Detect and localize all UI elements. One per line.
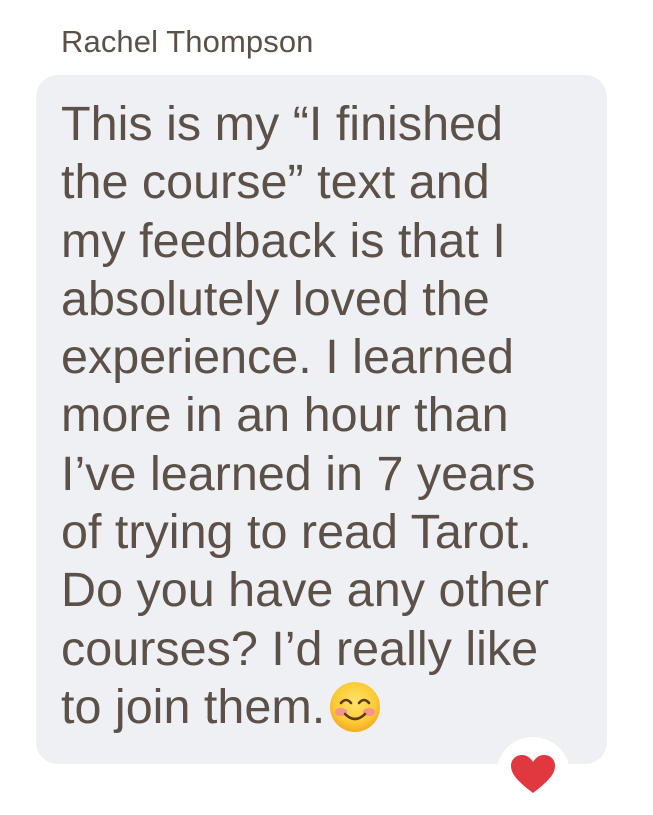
message-line: absolutely loved the bbox=[61, 271, 490, 326]
message-line: the course” text and bbox=[61, 155, 490, 210]
message-line: experience. I learned bbox=[61, 330, 514, 385]
message-bubble[interactable]: This is my “I finished the course” text … bbox=[36, 75, 607, 764]
message-line: to join them. bbox=[61, 679, 326, 734]
message-view: Rachel Thompson This is my “I finished t… bbox=[0, 0, 653, 815]
message-line: courses? I’d really like bbox=[61, 621, 539, 676]
reaction-badge[interactable] bbox=[496, 737, 570, 811]
message-line: This is my “I finished bbox=[61, 97, 503, 151]
message-line: more in an hour than bbox=[61, 388, 509, 443]
message-line: of trying to read Tarot. bbox=[61, 505, 532, 560]
message-line: my feedback is that I bbox=[61, 213, 506, 268]
message-text: This is my “I finished the course” text … bbox=[61, 95, 607, 736]
heart-icon bbox=[511, 755, 555, 793]
message-line: I’ve learned in 7 years bbox=[61, 446, 536, 501]
message-line: Do you have any other bbox=[61, 563, 550, 618]
smiling-face-with-smiling-eyes-icon bbox=[329, 681, 381, 733]
sender-name: Rachel Thompson bbox=[61, 24, 314, 59]
